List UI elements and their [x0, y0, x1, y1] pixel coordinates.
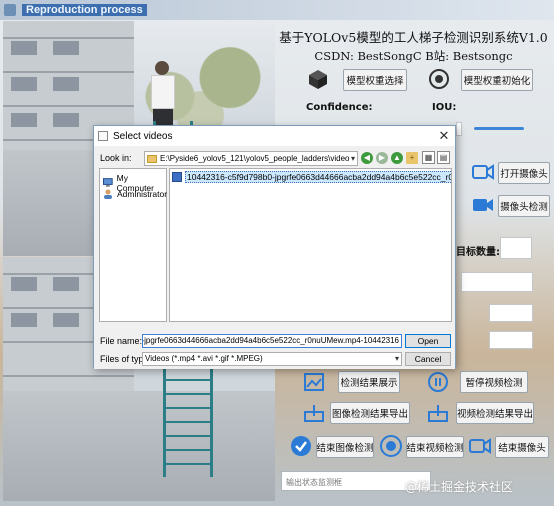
author-line: CSDN: BestSongC B站: Bestsongc [314, 49, 513, 63]
look-in-label: Look in: [100, 153, 132, 163]
export-icon [304, 405, 324, 422]
cancel-button[interactable]: Cancel [405, 352, 451, 366]
dialog-titlebar: Select videos ✕ [94, 126, 455, 146]
ymin-box [489, 331, 533, 349]
places-sidebar: My Computer Administrator [99, 168, 167, 322]
confidence-spinbox[interactable] [456, 122, 462, 136]
target-count-label: 目标数量: [456, 247, 500, 258]
forward-icon[interactable]: ▶ [376, 152, 388, 164]
xmin-box [489, 304, 533, 322]
watermark: @稀土掘金技术社区 [405, 480, 514, 494]
folder-icon [147, 154, 157, 163]
user-icon [104, 189, 112, 199]
chevron-down-icon: ▾ [394, 354, 399, 363]
computer-icon [103, 178, 113, 187]
stop-circle-icon [380, 435, 402, 457]
export-image-results-button[interactable]: 图像检测结果导出 [330, 402, 410, 424]
check-circle-icon [291, 436, 311, 456]
file-name-label: File name: [100, 336, 143, 346]
chevron-down-icon: ▾ [350, 154, 355, 163]
detail-view-icon[interactable]: ▤ [437, 151, 450, 164]
cube-icon [309, 70, 327, 89]
iou-slider[interactable] [474, 127, 524, 130]
iou-label: IOU: [432, 102, 457, 113]
show-results-button[interactable]: 检测结果展示 [338, 371, 400, 393]
app-icon [4, 4, 16, 16]
load-model-button[interactable]: 模型权重选择 [343, 69, 407, 91]
window-title: Reproduction process [22, 4, 147, 16]
pause-video-button[interactable]: 暂停视频检测 [460, 371, 528, 393]
file-type-value: Videos (*.mp4 *.avi *.gif *.MPEG) [145, 354, 263, 363]
close-icon[interactable]: ✕ [437, 129, 451, 143]
file-item[interactable]: 10442316-c5f9d798b0-jpgrfe0663d44666acba… [172, 171, 451, 183]
target-select[interactable] [461, 272, 533, 292]
list-view-icon[interactable]: ▦ [422, 151, 435, 164]
camera-off-icon [469, 438, 491, 454]
init-model-button[interactable]: 模型权重初始化 [461, 69, 533, 91]
end-video-detect-button[interactable]: 结束视频检测 [406, 436, 464, 458]
window-titlebar: Reproduction process [0, 0, 554, 20]
file-list: 10442316-c5f9d798b0-jpgrfe0663d44666acba… [169, 168, 452, 322]
camera-detect-button[interactable]: 摄像头检测 [498, 195, 550, 217]
ladder-figure [163, 367, 213, 477]
back-icon[interactable]: ◀ [361, 152, 373, 164]
look-in-path: E:\Pyside6_yolov5_121\yolov5_people_ladd… [160, 154, 350, 163]
file-item-name: 10442316-c5f9d798b0-jpgrfe0663d44666acba… [185, 171, 451, 183]
open-button[interactable]: Open [405, 334, 451, 348]
camera-icon [472, 164, 494, 180]
dialog-body: Look in: E:\Pyside6_yolov5_121\yolov5_pe… [94, 146, 455, 369]
confidence-label: Confidence: [306, 102, 373, 113]
place-administrator[interactable]: Administrator [103, 189, 167, 199]
pause-icon [428, 372, 448, 392]
end-image-detect-button[interactable]: 结束图像检测 [316, 436, 374, 458]
dialog-title: Select videos [113, 130, 173, 142]
open-camera-button[interactable]: 打开摄像头 [498, 162, 550, 184]
end-camera-button[interactable]: 结束摄像头 [495, 436, 549, 458]
file-type-combo[interactable]: Videos (*.mp4 *.avi *.gif *.MPEG) ▾ [142, 352, 402, 366]
video-camera-icon [473, 199, 493, 211]
file-name-input[interactable]: 10442316-c5f9d798b0-jpgrfe0663d44666acba… [142, 334, 402, 348]
new-folder-icon[interactable]: + [406, 152, 418, 164]
look-in-combo[interactable]: E:\Pyside6_yolov5_121\yolov5_people_ladd… [144, 151, 358, 166]
system-title: 基于YOLOv5模型的工人梯子检测识别系统V1.0 [279, 30, 548, 45]
video-file-icon [172, 172, 182, 182]
dialog-app-icon [98, 131, 108, 141]
export-icon [428, 405, 448, 422]
export-video-results-button[interactable]: 视频检测结果导出 [456, 402, 534, 424]
target-icon [429, 69, 449, 89]
image-icon [304, 373, 324, 391]
select-videos-dialog: Select videos ✕ Look in: E:\Pyside6_yolo… [93, 125, 456, 369]
up-folder-icon[interactable]: ▲ [391, 152, 403, 164]
target-count-box [500, 237, 532, 259]
